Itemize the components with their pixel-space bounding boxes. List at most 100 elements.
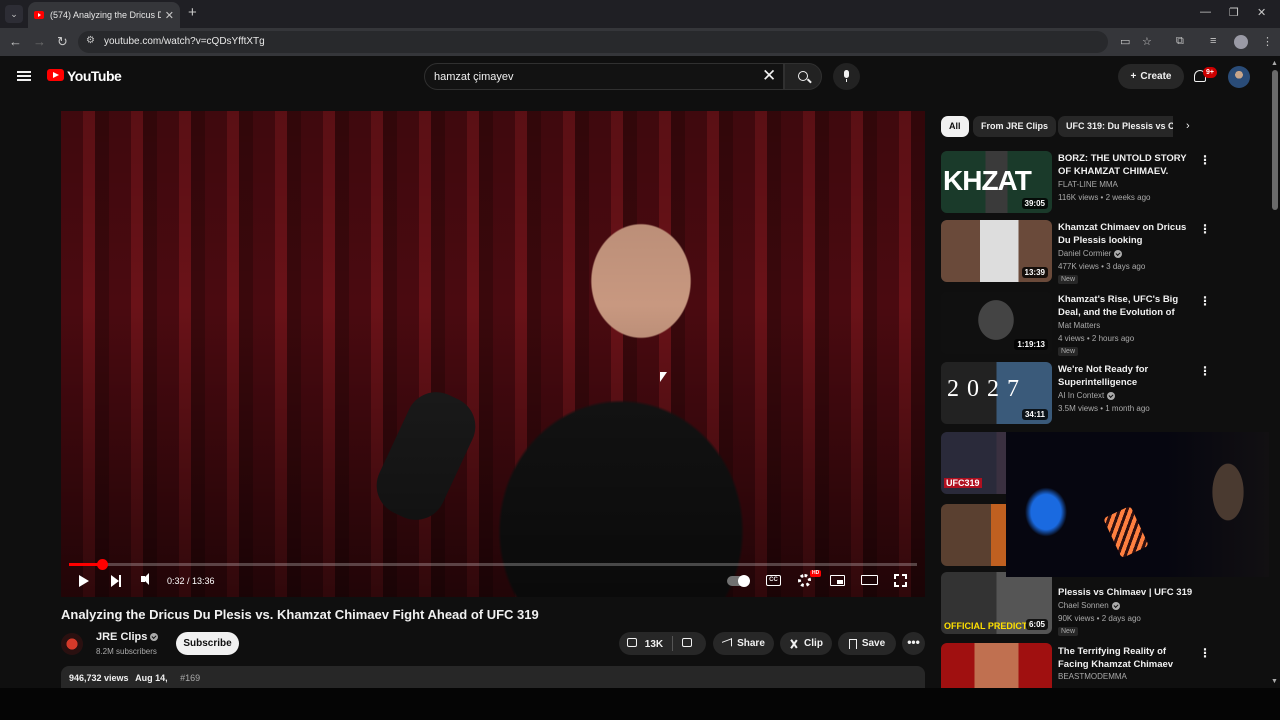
recommended-channel[interactable]: BEASTMODEMMA [1058, 672, 1127, 681]
back-arrow-icon[interactable]: ← [9, 34, 22, 49]
recommended-title[interactable]: BORZ: THE UNTOLD STORY OF KHAMZAT CHIMAE… [1058, 152, 1194, 178]
recommended-video[interactable]: OFFICIAL PREDICTI 6:05 Plessis vs Chimae… [941, 572, 1211, 636]
site-info-icon[interactable]: ⚙ [86, 35, 95, 46]
recommended-title[interactable]: The Terrifying Reality of Facing Khamzat… [1058, 645, 1194, 671]
youtube-logo-icon[interactable] [47, 69, 64, 81]
save-button[interactable]: Save [838, 632, 896, 655]
media-controls-icon[interactable]: ≡ [1210, 35, 1216, 47]
page-scrollbar[interactable]: ▲ ▼ [1269, 58, 1280, 688]
like-dislike-group: 13K [619, 632, 706, 655]
video-thumbnail[interactable]: KHZAT 39:05 [941, 151, 1052, 213]
search-input[interactable] [434, 68, 754, 86]
volume-icon[interactable] [141, 573, 149, 585]
recommended-video[interactable]: The Terrifying Reality of Facing Khamzat… [941, 643, 1211, 688]
kebab-menu-icon[interactable]: ⋮ [1199, 222, 1211, 236]
tab-search-dropdown-icon[interactable]: ⌄ [5, 5, 23, 23]
like-button[interactable]: 13K [627, 638, 663, 650]
scrollbar-thumb[interactable] [1272, 70, 1278, 210]
video-thumbnail[interactable]: OFFICIAL PREDICTI 6:05 [941, 572, 1052, 634]
recommended-channel[interactable]: Chael Sonnen [1058, 601, 1120, 610]
settings-gear-icon[interactable] [798, 574, 811, 587]
recommended-video[interactable]: 1:19:13 Khamzat's Rise, UFC's Big Deal, … [941, 292, 1211, 356]
upload-date: Aug 14, [135, 673, 168, 683]
video-thumbnail[interactable] [941, 643, 1052, 688]
subtitles-cc-icon[interactable]: CC [766, 575, 781, 586]
new-tab-button[interactable]: + [188, 5, 197, 21]
bookmark-star-icon[interactable]: ☆ [1142, 35, 1152, 48]
chip-ufc-319[interactable]: UFC 319: Du Plessis vs Ch [1058, 116, 1173, 137]
recommended-title[interactable]: We're Not Ready for Superintelligence [1058, 363, 1194, 389]
voice-search-button[interactable] [833, 63, 860, 90]
forward-arrow-icon[interactable]: → [33, 34, 46, 49]
hashtag-link[interactable]: #169 [180, 673, 200, 683]
chip-all[interactable]: All [941, 116, 969, 137]
thumbnail-text: OFFICIAL PREDICTI [944, 621, 1030, 631]
browser-menu-icon[interactable]: ⋮ [1262, 35, 1273, 48]
clip-button[interactable]: Clip [780, 632, 832, 655]
search-button[interactable] [784, 63, 822, 90]
miniplayer-icon[interactable] [830, 575, 845, 586]
extensions-icon[interactable]: ⧉ [1176, 35, 1184, 48]
video-thumbnail[interactable]: 2027 34:11 [941, 362, 1052, 424]
recommended-title[interactable]: Khamzat's Rise, UFC's Big Deal, and the … [1058, 293, 1194, 320]
search-box[interactable] [424, 63, 784, 90]
youtube-logo-text[interactable]: YouTube [67, 68, 122, 84]
search-clear-icon[interactable]: ✕ [762, 66, 776, 86]
kebab-menu-icon[interactable]: ⋮ [1199, 646, 1211, 660]
video-duration: 6:05 [1025, 619, 1048, 630]
recommended-title[interactable]: Plessis vs Chimaev | UFC 319 [1058, 586, 1194, 599]
more-actions-button[interactable]: ••• [902, 632, 925, 655]
thumbnail-text: UFC319 [944, 478, 982, 488]
channel-name[interactable]: AI In Context [1058, 391, 1104, 400]
description-box[interactable]: 946,732 views Aug 14, #169 [61, 666, 925, 688]
browser-profile-icon[interactable] [1234, 35, 1248, 49]
omnibox[interactable]: ⚙ youtube.com/watch?v=cQDsYfftXTg [78, 31, 1108, 53]
channel-name-link[interactable]: JRE Clips [96, 631, 159, 643]
create-button[interactable]: + Create [1118, 64, 1184, 89]
video-thumbnail[interactable]: 1:19:13 [941, 292, 1052, 354]
next-video-icon[interactable] [111, 575, 121, 587]
chevron-right-icon[interactable]: › [1186, 120, 1190, 132]
kebab-menu-icon[interactable]: ⋮ [1199, 364, 1211, 378]
recommended-channel[interactable]: Mat Matters [1058, 321, 1100, 330]
window-restore-button[interactable]: ❐ [1229, 6, 1239, 19]
recommended-video[interactable]: 13:39 Khamzat Chimaev on Dricus Du Pless… [941, 220, 1211, 284]
channel-name[interactable]: JRE Clips [96, 631, 147, 643]
dislike-button[interactable] [682, 638, 692, 650]
scroll-down-arrow-icon[interactable]: ▼ [1271, 678, 1278, 685]
scroll-up-arrow-icon[interactable]: ▲ [1271, 60, 1278, 67]
recommended-title[interactable]: Khamzat Chimaev on Dricus Du Plessis loo… [1058, 221, 1194, 248]
kebab-menu-icon[interactable]: ⋮ [1199, 294, 1211, 308]
recommended-channel[interactable]: FLAT-LINE MMA [1058, 180, 1118, 189]
video-thumbnail[interactable]: 13:39 [941, 220, 1052, 282]
recommended-video[interactable]: 2027 34:11 We're Not Ready for Superinte… [941, 362, 1211, 426]
autoplay-toggle[interactable] [727, 575, 750, 587]
window-close-button[interactable]: ✕ [1257, 6, 1266, 19]
fullscreen-icon[interactable] [894, 574, 907, 587]
reload-icon[interactable]: ↻ [57, 34, 68, 50]
progress-scrubber-handle[interactable] [97, 559, 109, 570]
browser-tab-active[interactable]: (574) Analyzing the Dricus Du Plessis ✕ [28, 2, 180, 28]
play-icon[interactable] [79, 575, 89, 587]
channel-name[interactable]: Chael Sonnen [1058, 601, 1109, 610]
chip-from-channel[interactable]: From JRE Clips [973, 116, 1057, 137]
kebab-menu-icon[interactable]: ⋮ [1199, 153, 1211, 167]
subscribe-button[interactable]: Subscribe [176, 632, 239, 655]
channel-avatar[interactable] [61, 633, 83, 655]
window-minimize-button[interactable]: — [1200, 6, 1211, 18]
player-gradient-overlay [61, 111, 925, 597]
recommended-channel[interactable]: AI In Context [1058, 391, 1116, 400]
share-button[interactable]: Share [713, 632, 774, 655]
theater-mode-icon[interactable] [861, 575, 878, 585]
cast-icon[interactable]: ▭ [1120, 35, 1130, 48]
recommended-channel[interactable]: Daniel Cormier [1058, 249, 1123, 258]
user-avatar[interactable] [1228, 66, 1250, 88]
channel-name[interactable]: Daniel Cormier [1058, 249, 1111, 258]
save-label: Save [861, 638, 886, 649]
tab-close-icon[interactable]: ✕ [165, 9, 174, 22]
recommended-video[interactable]: KHZAT 39:05 BORZ: THE UNTOLD STORY OF KH… [941, 151, 1211, 215]
video-progress-bar[interactable] [69, 559, 917, 570]
hamburger-menu-icon[interactable] [17, 71, 31, 81]
recommended-meta: 477K views • 3 days ago [1058, 262, 1146, 271]
video-player[interactable]: 0:32 / 13:36 CC HD [61, 111, 925, 597]
